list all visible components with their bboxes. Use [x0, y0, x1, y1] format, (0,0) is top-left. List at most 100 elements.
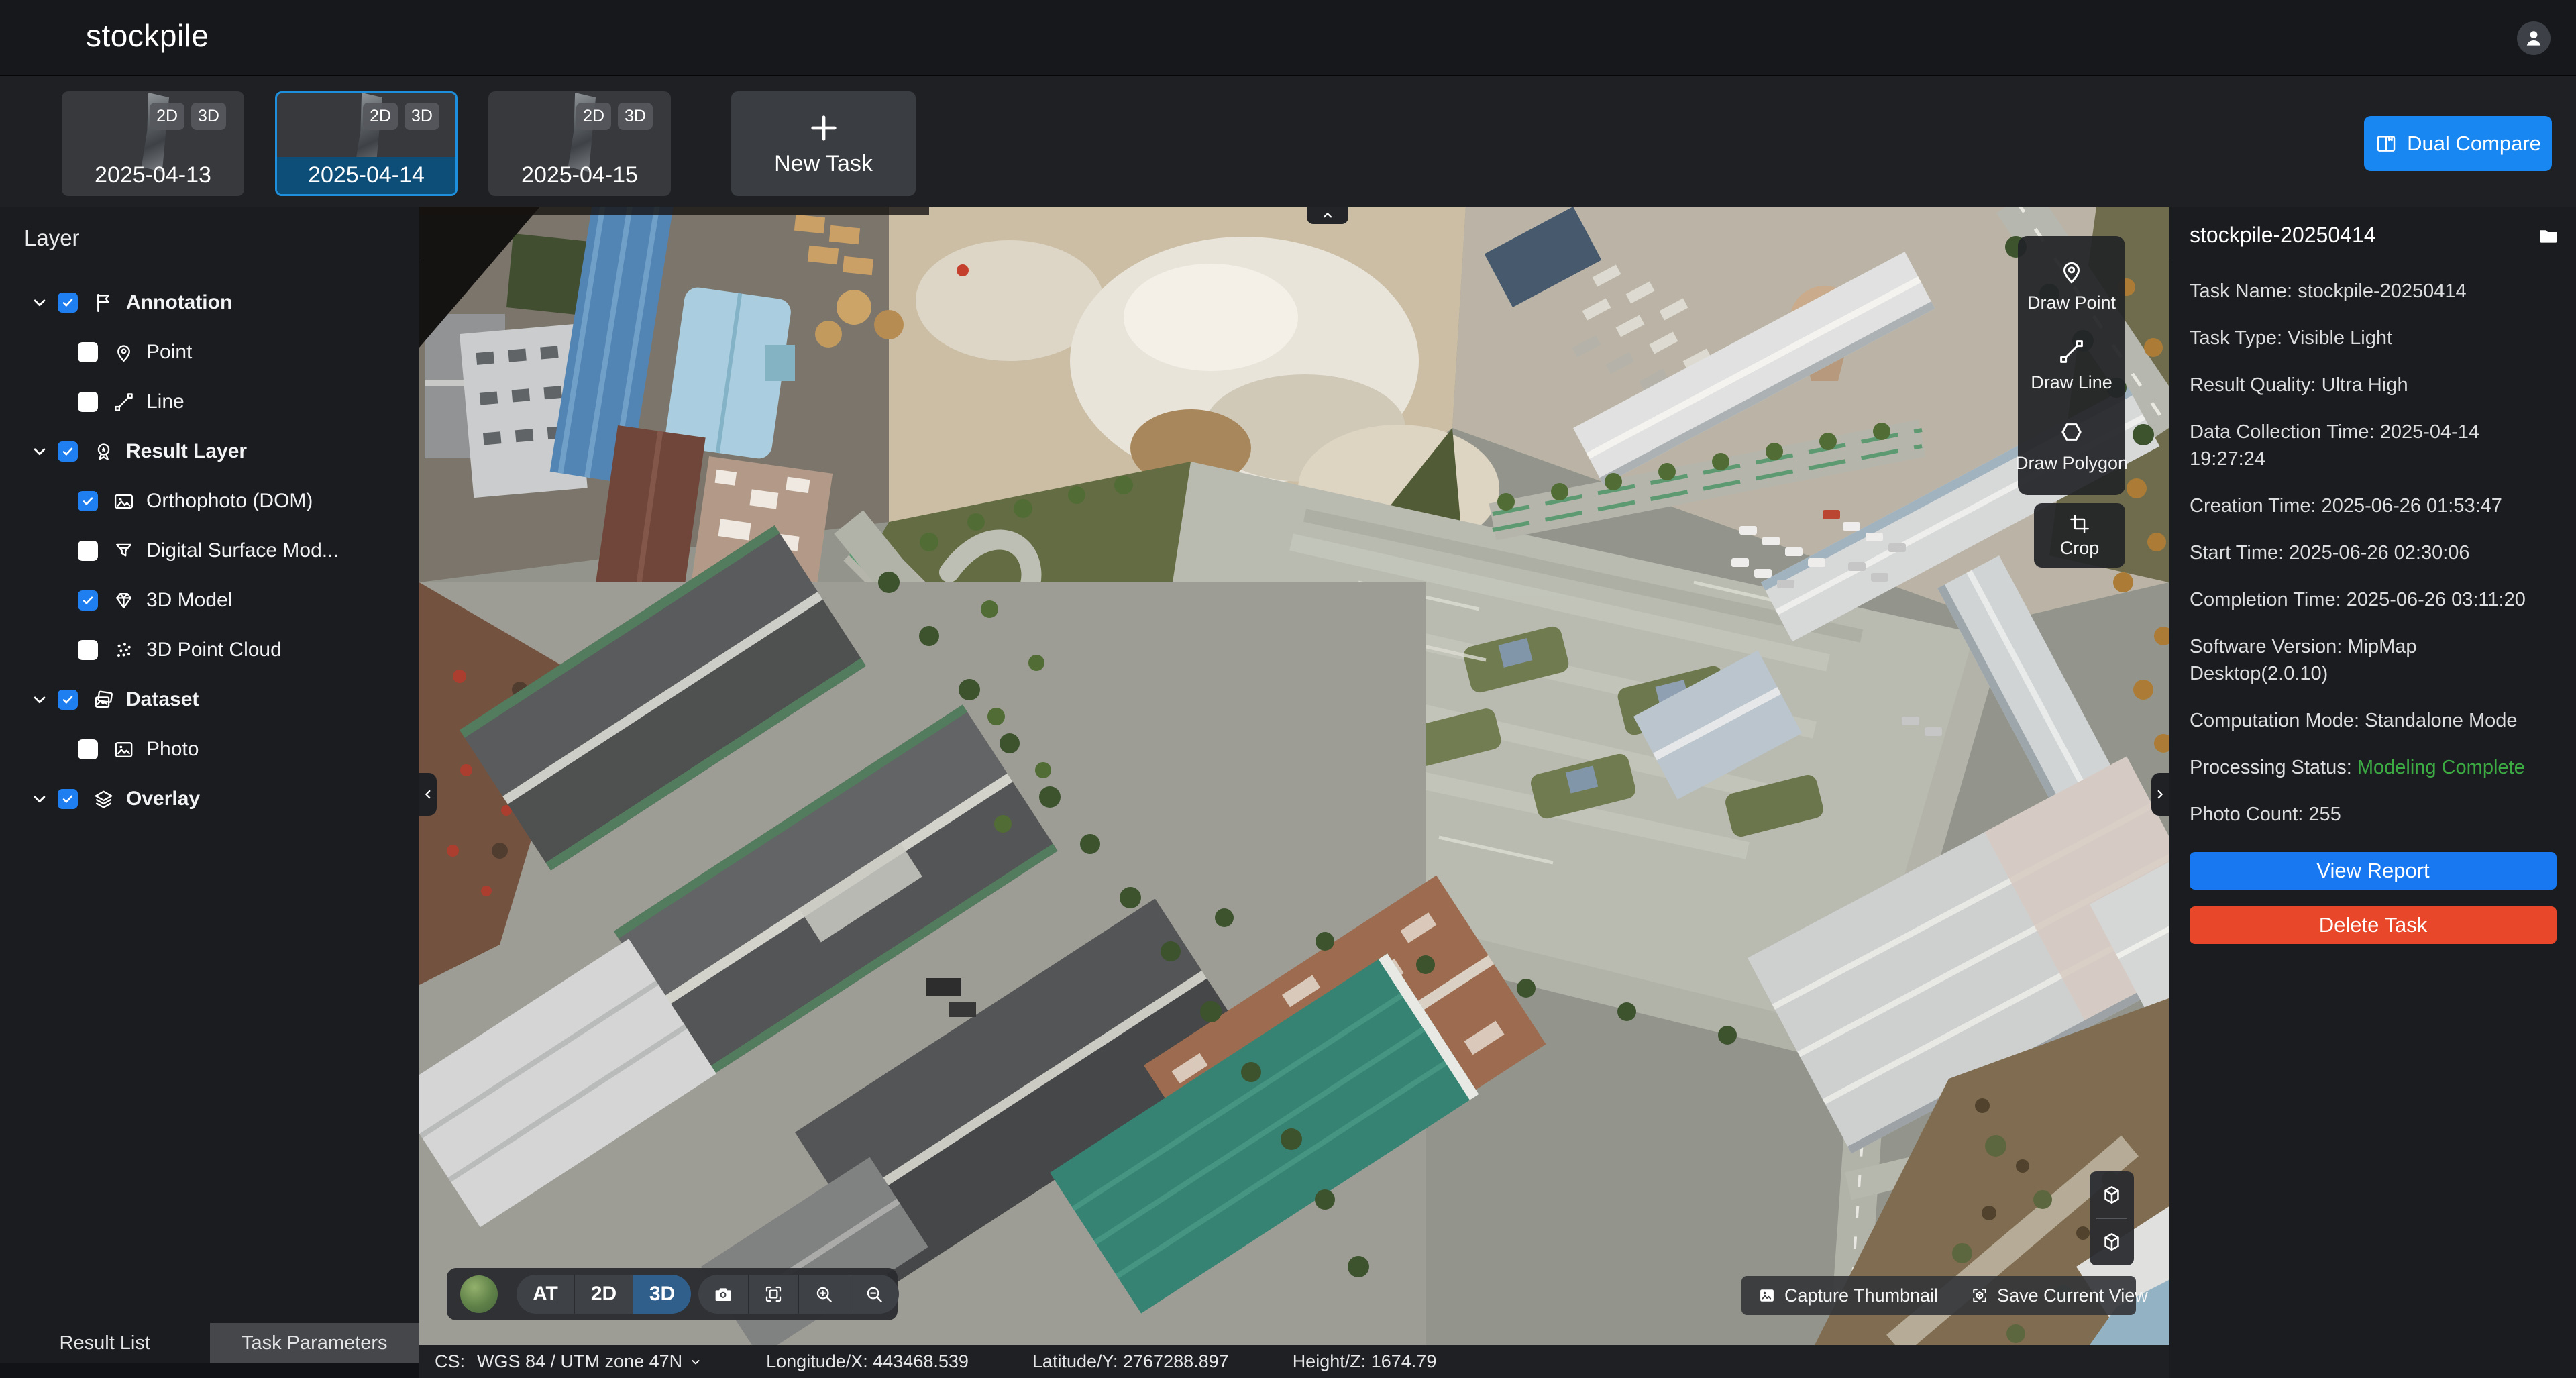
- layer-tree-item-annotation[interactable]: Annotation: [0, 278, 419, 327]
- view-mode-2d[interactable]: 2D: [575, 1275, 633, 1314]
- badge-3d[interactable]: 3D: [405, 103, 439, 130]
- collapse-right-panel-tab[interactable]: [2151, 773, 2169, 816]
- map-viewport[interactable]: Draw Point Draw Line Draw Polygon Crop Cap…: [419, 207, 2169, 1345]
- capture-thumbnail-button[interactable]: Capture Thumbnail: [1741, 1285, 1954, 1306]
- task-strip: 2D3D2025-04-132D3D2025-04-142D3D2025-04-…: [0, 76, 2576, 207]
- field-label: Software Version:: [2190, 636, 2342, 657]
- fit-view-button[interactable]: [749, 1275, 799, 1314]
- collapse-sidebar-tab[interactable]: [419, 773, 437, 816]
- layer-panel-title: Layer: [24, 225, 80, 251]
- field-computation-mode: Computation Mode: Standalone Mode: [2190, 707, 2557, 734]
- chevron-down-icon[interactable]: [30, 293, 50, 313]
- badge-3d[interactable]: 3D: [618, 103, 653, 130]
- draw-line-button[interactable]: Draw Line: [2018, 337, 2125, 393]
- field-value: stockpile-20250414: [2298, 280, 2467, 302]
- layer-checkbox[interactable]: [78, 739, 98, 759]
- aerial-map-scene: [419, 207, 2169, 1345]
- task-card[interactable]: 2D 3D 2025-04-13: [62, 91, 244, 196]
- draw-polygon-button[interactable]: Draw Polygon: [2018, 418, 2125, 474]
- cube-icon[interactable]: [2100, 1183, 2124, 1207]
- badge-3d[interactable]: 3D: [191, 103, 226, 130]
- layer-checkbox[interactable]: [78, 640, 98, 660]
- layer-checkbox[interactable]: [78, 342, 98, 362]
- field-label: Result Quality:: [2190, 374, 2316, 396]
- layer-tree-item-point[interactable]: Point: [0, 327, 419, 377]
- line-icon: [2057, 337, 2086, 366]
- app-header: stockpile: [0, 0, 2576, 76]
- task-detail-panel: stockpile-20250414 Task Name: stockpile-…: [2169, 207, 2576, 1378]
- draw-tools-panel: Draw Point Draw Line Draw Polygon: [2018, 236, 2125, 495]
- dual-compare-button[interactable]: Dual Compare: [2364, 116, 2552, 171]
- chevron-down-icon[interactable]: [30, 690, 50, 710]
- layer-label: Annotation: [126, 291, 232, 314]
- layer-tree-item-result-layer[interactable]: Result Layer: [0, 427, 419, 476]
- mini-map-globe[interactable]: [460, 1275, 498, 1313]
- crop-tool-button[interactable]: Crop: [2034, 503, 2125, 568]
- layer-checkbox[interactable]: [58, 690, 78, 710]
- cube-icon[interactable]: [2100, 1230, 2124, 1254]
- longitude-value: Longitude/X: 443468.539: [766, 1351, 969, 1372]
- layer-checkbox[interactable]: [78, 590, 98, 611]
- gem-icon: [113, 590, 135, 612]
- save-current-view-button[interactable]: Save Current View: [1954, 1285, 2164, 1306]
- badge-2d[interactable]: 2D: [150, 103, 184, 130]
- dual-compare-label: Dual Compare: [2407, 131, 2541, 156]
- layer-tree-item-3d-model[interactable]: 3D Model: [0, 576, 419, 625]
- task-date-label: 2025-04-13: [64, 157, 242, 194]
- layer-label: Photo: [146, 738, 199, 761]
- folder-icon[interactable]: [2537, 224, 2561, 248]
- collapse-taskbar-tab[interactable]: [1307, 207, 1348, 224]
- layer-tree-item-3d-point-cloud[interactable]: 3D Point Cloud: [0, 625, 419, 675]
- layer-tree-item-digital-surface-mod[interactable]: Digital Surface Mod...: [0, 526, 419, 576]
- screenshot-button[interactable]: [698, 1275, 749, 1314]
- chevron-up-icon: [1320, 208, 1335, 223]
- draw-tool-label: Draw Point: [2027, 293, 2116, 313]
- tab-task-parameters[interactable]: Task Parameters: [210, 1323, 420, 1363]
- layer-tree-item-overlay[interactable]: Overlay: [0, 774, 419, 824]
- layer-panel: Layer Annotation Point LineResult LayerOrt…: [0, 207, 419, 1378]
- task-card[interactable]: 2D3D2025-04-14: [275, 91, 458, 196]
- zoom-in-button[interactable]: [799, 1275, 849, 1314]
- view-cube-controls: [2090, 1171, 2134, 1265]
- polygon-icon: [2057, 418, 2086, 446]
- layer-checkbox[interactable]: [78, 491, 98, 511]
- layer-label: Point: [146, 341, 192, 364]
- layer-tree-item-photo[interactable]: Photo: [0, 725, 419, 774]
- layer-tree-item-orthophoto-dom[interactable]: Orthophoto (DOM): [0, 476, 419, 526]
- task-card[interactable]: 2D3D2025-04-15: [488, 91, 671, 196]
- layer-checkbox[interactable]: [78, 541, 98, 561]
- view-report-button[interactable]: View Report: [2190, 852, 2557, 890]
- layer-tree-item-line[interactable]: Line: [0, 377, 419, 427]
- layer-label: 3D Model: [146, 589, 232, 612]
- draw-tool-label: Draw Line: [2031, 372, 2112, 393]
- user-avatar[interactable]: [2517, 21, 2551, 55]
- view-mode-at[interactable]: AT: [517, 1275, 575, 1314]
- sidebar-bottom-strip: [0, 1363, 419, 1378]
- status-bar: CS: WGS 84 / UTM zone 47N Longitude/X: 4…: [419, 1345, 2169, 1378]
- layer-checkbox[interactable]: [58, 293, 78, 313]
- layer-checkbox[interactable]: [78, 392, 98, 412]
- crop-icon: [2068, 513, 2091, 535]
- field-value: 2025-06-26 03:11:20: [2347, 589, 2526, 611]
- layer-tree-item-dataset[interactable]: Dataset: [0, 675, 419, 725]
- flag-icon: [93, 292, 115, 314]
- zoom-out-button[interactable]: [849, 1275, 899, 1314]
- latitude-value: Latitude/Y: 2767288.897: [1032, 1351, 1229, 1372]
- chevron-down-icon[interactable]: [30, 441, 50, 462]
- badge-2d[interactable]: 2D: [576, 103, 611, 130]
- layer-label: 3D Point Cloud: [146, 639, 282, 661]
- photo-icon: [113, 739, 135, 761]
- view-mode-3d[interactable]: 3D: [633, 1275, 691, 1314]
- chevron-down-icon[interactable]: [30, 789, 50, 809]
- draw-point-button[interactable]: Draw Point: [2018, 258, 2125, 313]
- layer-tree: Annotation Point LineResult LayerOrthophot…: [0, 278, 419, 824]
- cs-value: WGS 84 / UTM zone 47N: [477, 1351, 682, 1372]
- new-task-button[interactable]: New Task: [731, 91, 916, 196]
- cs-selector[interactable]: WGS 84 / UTM zone 47N: [477, 1351, 702, 1372]
- layer-checkbox[interactable]: [58, 441, 78, 462]
- delete-task-button[interactable]: Delete Task: [2190, 906, 2557, 944]
- home-icon[interactable]: [35, 20, 70, 55]
- tab-result-list[interactable]: Result List: [0, 1323, 210, 1363]
- layer-checkbox[interactable]: [58, 789, 78, 809]
- badge-2d[interactable]: 2D: [363, 103, 398, 130]
